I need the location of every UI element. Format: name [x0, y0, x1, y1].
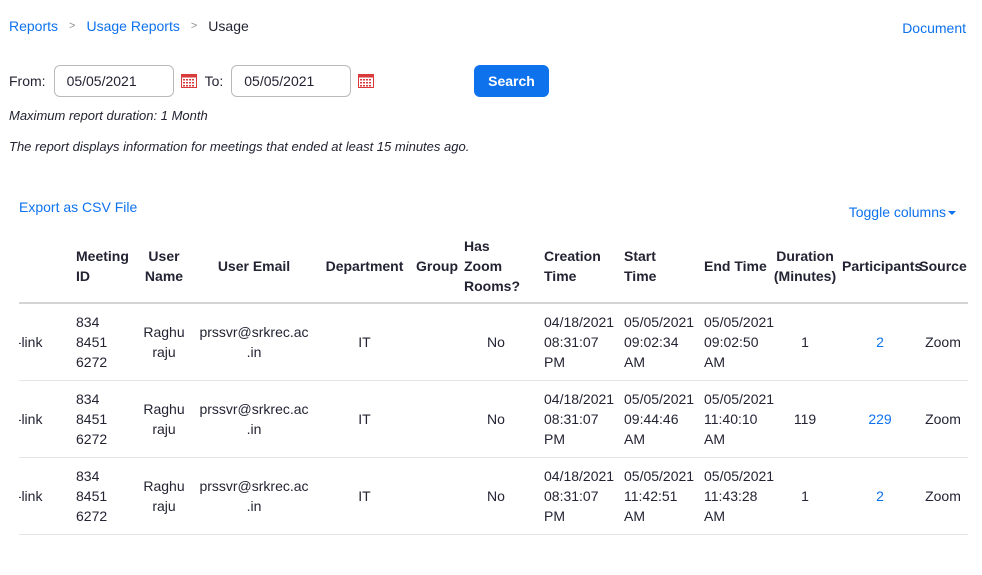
- document-link[interactable]: Document: [902, 20, 966, 36]
- report-info-note: The report displays information for meet…: [9, 139, 470, 154]
- from-date-input[interactable]: [53, 65, 174, 97]
- user-name-cell: Raghu raju: [139, 457, 189, 535]
- participants-link[interactable]: 229: [868, 411, 891, 427]
- participants-link[interactable]: 2: [876, 334, 884, 350]
- column-header-participants[interactable]: Participants: [842, 230, 922, 304]
- to-label: To:: [204, 73, 224, 89]
- start-time-cell: 05/05/2021 11:42:51 AM: [608, 457, 694, 535]
- end-time-cell: 05/05/2021 09:02:50 AM: [688, 303, 774, 381]
- user-name-cell: Raghu raju: [139, 303, 189, 381]
- column-header-creation-time[interactable]: Creation Time: [528, 230, 608, 304]
- calendar-icon[interactable]: [358, 74, 375, 88]
- table-row: 0-link 83484516272 Raghuraju prssvr@srkr…: [19, 380, 968, 458]
- department-cell: IT: [319, 457, 410, 535]
- max-duration-note: Maximum report duration: 1 Month: [9, 108, 208, 123]
- user-email-cell: prssvr@srkrec.ac .in: [189, 303, 319, 381]
- table-row: 0-link 83484516272 Raghuraju prssvr@srkr…: [19, 303, 968, 381]
- has-zoom-rooms-cell: No: [464, 303, 528, 381]
- topic-cell: 0-link: [19, 380, 76, 458]
- topic-cell: 0-link: [19, 303, 76, 381]
- search-button[interactable]: Search: [474, 65, 549, 97]
- column-header-has-zoom-rooms[interactable]: Has Zoom Rooms?: [464, 230, 528, 304]
- department-cell: IT: [319, 303, 410, 381]
- duration-cell: 1: [768, 303, 842, 381]
- column-header-start-time[interactable]: Start Time: [608, 230, 688, 304]
- creation-time-cell: 04/18/2021 08:31:07 PM: [528, 457, 614, 535]
- breadcrumb-usage-reports[interactable]: Usage Reports: [86, 18, 179, 34]
- usage-table-container[interactable]: Meeting ID User Name User Email Department…: [19, 230, 968, 535]
- has-zoom-rooms-cell: No: [464, 457, 528, 535]
- column-header-end-time[interactable]: End Time: [688, 230, 768, 304]
- user-name-cell: Raghu raju: [139, 380, 189, 458]
- group-cell: [410, 303, 464, 381]
- toggle-columns-label: Toggle columns: [848, 204, 946, 220]
- breadcrumb-separator: >: [69, 20, 76, 32]
- participants-cell: 2: [842, 303, 918, 381]
- group-cell: [410, 380, 464, 458]
- duration-cell: 1: [768, 457, 842, 535]
- start-time-cell: 05/05/2021 09:02:34 AM: [608, 303, 694, 381]
- creation-time-cell: 04/18/2021 08:31:07 PM: [528, 303, 614, 381]
- end-time-cell: 05/05/2021 11:40:10 AM: [688, 380, 774, 458]
- breadcrumb-current: Usage: [208, 18, 249, 34]
- calendar-icon[interactable]: [180, 74, 197, 88]
- group-cell: [410, 457, 464, 535]
- column-header-meeting-id[interactable]: Meeting ID: [76, 230, 139, 304]
- column-header-user-name[interactable]: User Name: [139, 230, 189, 304]
- start-time-cell: 05/05/2021 09:44:46 AM: [608, 380, 694, 458]
- column-header-user-email[interactable]: User Email: [189, 230, 319, 304]
- source-cell: Zoom: [918, 457, 968, 535]
- meeting-id-cell: 834 8451 6272: [76, 303, 139, 381]
- source-cell: Zoom: [918, 380, 968, 458]
- usage-table: Meeting ID User Name User Email Department…: [19, 230, 968, 535]
- department-cell: IT: [319, 380, 410, 458]
- column-header-source[interactable]: Source: [918, 230, 968, 304]
- column-header-department[interactable]: Department: [319, 230, 410, 304]
- column-header-group[interactable]: Group: [410, 230, 464, 304]
- meeting-id-cell: 834 8451 6272: [76, 380, 139, 458]
- table-row: 0-link 83484516272 Raghuraju prssvr@srkr…: [19, 457, 968, 535]
- column-header-duration[interactable]: Duration (Minutes): [768, 230, 842, 304]
- caret-down-icon: [948, 211, 956, 215]
- participants-link[interactable]: 2: [876, 488, 884, 504]
- user-email-cell: prssvr@srkrec.ac .in: [189, 380, 319, 458]
- end-time-cell: 05/05/2021 11:43:28 AM: [688, 457, 774, 535]
- participants-cell: 229: [842, 380, 918, 458]
- date-filter: From: To:: [9, 65, 382, 97]
- table-header-row: Meeting ID User Name User Email Department…: [19, 230, 968, 304]
- has-zoom-rooms-cell: No: [464, 380, 528, 458]
- user-email-cell: prssvr@srkrec.ac .in: [189, 457, 319, 535]
- source-cell: Zoom: [918, 303, 968, 381]
- to-date-input[interactable]: [231, 65, 352, 97]
- column-header-topic[interactable]: [19, 230, 76, 304]
- breadcrumb: Reports > Usage Reports > Usage: [9, 18, 249, 34]
- creation-time-cell: 04/18/2021 08:31:07 PM: [528, 380, 614, 458]
- breadcrumb-separator: >: [190, 20, 198, 32]
- from-label: From:: [9, 73, 46, 89]
- topic-cell: 0-link: [19, 457, 76, 535]
- participants-cell: 2: [842, 457, 918, 535]
- duration-cell: 119: [768, 380, 842, 458]
- meeting-id-cell: 834 8451 6272: [76, 457, 139, 535]
- breadcrumb-reports[interactable]: Reports: [9, 18, 58, 34]
- export-csv-link[interactable]: Export as CSV File: [19, 199, 137, 215]
- toggle-columns-dropdown[interactable]: Toggle columns: [849, 204, 956, 220]
